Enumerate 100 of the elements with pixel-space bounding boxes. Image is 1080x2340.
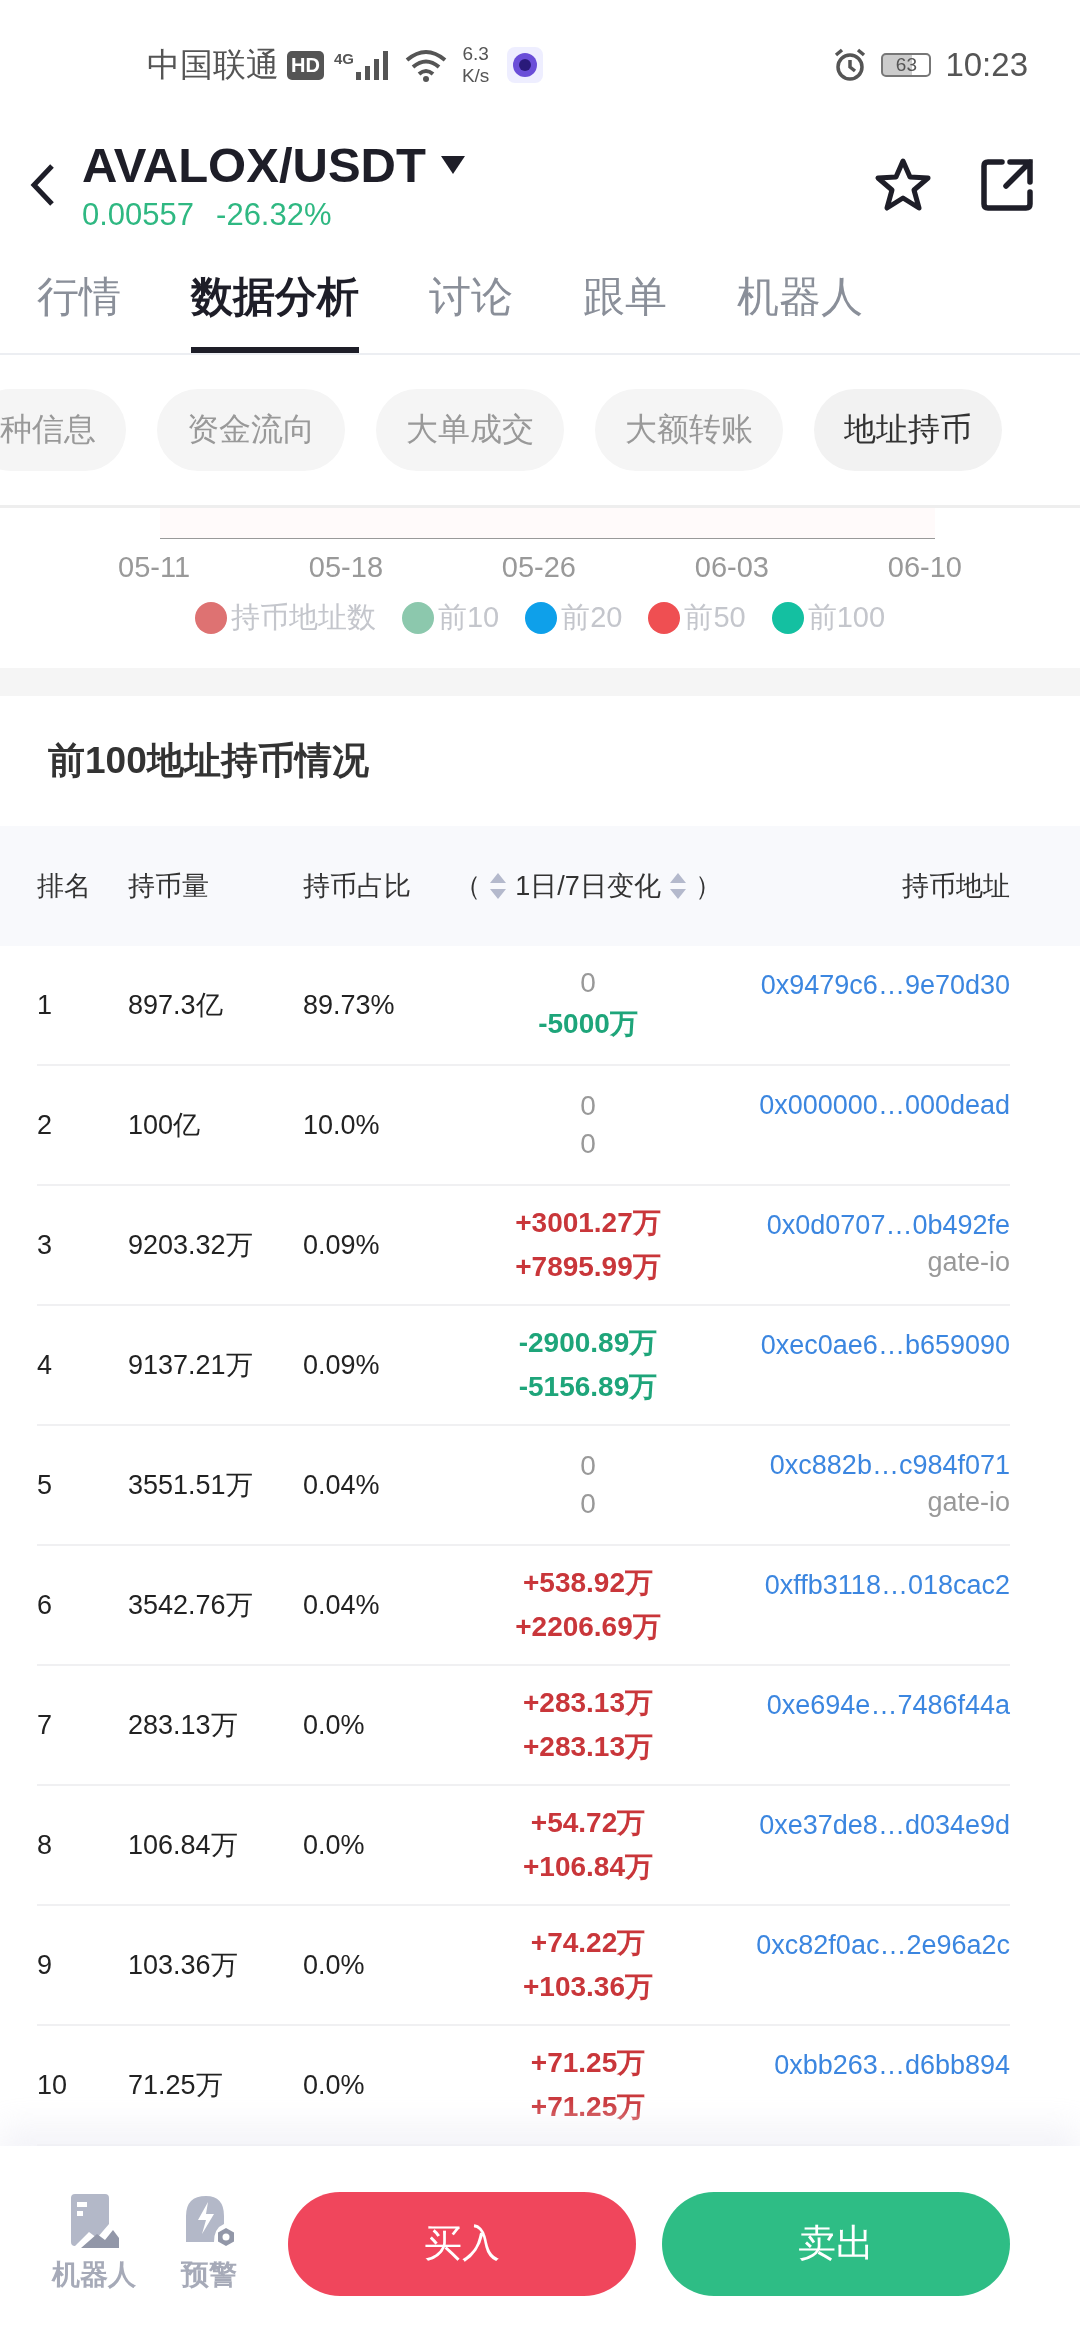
alert-button[interactable]: 预警 <box>180 2193 238 2294</box>
axis-tick-label: 05-18 <box>308 551 383 584</box>
change-7d-value: 0 <box>580 1128 596 1160</box>
speed-value: 6.3 <box>462 43 489 65</box>
last-price: 0.00557 <box>82 197 195 233</box>
address-link[interactable]: 0xec0ae6…b659090 <box>760 1330 1010 1361</box>
address-link[interactable]: 0xe37de8…d034e9d <box>759 1810 1010 1841</box>
rank-cell-text: 8 <box>37 1829 54 1861</box>
share-cell-text: 0.0% <box>303 2069 366 2101</box>
change-1d-value: 0 <box>580 967 596 999</box>
share-cell-text: 10.0% <box>303 1109 381 1141</box>
rank-cell-text: 1 <box>37 989 54 1021</box>
alarm-icon <box>833 48 868 82</box>
robot-button[interactable]: 机器人 <box>52 2193 136 2294</box>
paren-label: ） <box>694 870 722 903</box>
change-1d-value: +71.25万 <box>530 2046 646 2080</box>
legend-label[interactable]: 持币地址数 <box>230 598 376 638</box>
share-cell-text: 0.09% <box>303 1229 381 1261</box>
section-title: 前100地址持币情况 <box>48 739 369 783</box>
column-header[interactable]: 1日/7日变化 <box>515 868 661 904</box>
legend-label[interactable]: 前50 <box>684 598 746 638</box>
change-7d-value: -5000万 <box>538 1007 638 1041</box>
change-1d-value: +54.72万 <box>530 1806 646 1840</box>
legend-label[interactable]: 前20 <box>561 598 623 638</box>
change-1d-value: +3001.27万 <box>515 1206 661 1240</box>
change-7d-value: +106.84万 <box>523 1850 653 1884</box>
rank-cell-text: 5 <box>37 1469 54 1501</box>
change-1d-value: 0 <box>580 1450 596 1482</box>
filter-chip[interactable]: 地址持币 <box>814 389 1002 471</box>
carrier-name: 中国联通 <box>147 44 279 85</box>
filter-chip[interactable]: 大额转账 <box>595 389 783 471</box>
change-7d-value: 0 <box>580 1488 596 1520</box>
amount-cell-text: 9137.21万 <box>128 1349 254 1382</box>
speed-unit: K/s <box>461 65 490 87</box>
legend-label[interactable]: 前100 <box>807 598 886 638</box>
change-7d-value: +2206.69万 <box>515 1610 661 1644</box>
share-cell-text: 0.09% <box>303 1349 381 1381</box>
column-header: 持币占比 <box>303 870 412 903</box>
column-header: 持币地址 <box>902 870 1010 903</box>
rank-cell-text: 4 <box>37 1349 54 1381</box>
axis-tick-label: 05-11 <box>118 551 191 584</box>
column-header: 排名 <box>37 870 92 903</box>
tab[interactable]: 行情 <box>37 240 121 353</box>
app-icon <box>507 47 544 83</box>
price-change: -26.32% <box>216 197 332 233</box>
change-1d-value: +74.22万 <box>530 1926 646 1960</box>
hd-badge: HD <box>287 50 324 80</box>
change-1d-value: +283.13万 <box>523 1686 653 1720</box>
address-link[interactable]: 0xc882b…c984f071 <box>769 1450 1010 1481</box>
clock-time: 10:23 <box>945 46 1028 84</box>
amount-cell-text: 3551.51万 <box>128 1469 254 1502</box>
change-1d-value: 0 <box>580 1090 596 1122</box>
tab[interactable]: 跟单 <box>583 240 667 353</box>
axis-tick-label: 05-26 <box>501 551 576 584</box>
tab[interactable]: 讨论 <box>429 240 513 353</box>
amount-cell-text: 100亿 <box>128 1109 202 1142</box>
address-link[interactable]: 0x000000…000dead <box>759 1090 1010 1121</box>
amount-cell-text: 283.13万 <box>128 1709 239 1742</box>
share-cell-text: 89.73% <box>303 989 396 1021</box>
change-1d-value: -2900.89万 <box>518 1326 658 1360</box>
amount-cell-text: 897.3亿 <box>128 989 224 1022</box>
column-header: 持币量 <box>128 870 210 903</box>
filter-chip[interactable]: 大单成交 <box>376 389 564 471</box>
filter-chip[interactable]: 资金流向 <box>157 389 345 471</box>
change-7d-value: +71.25万 <box>530 2090 646 2124</box>
filter-chip[interactable]: 种信息 <box>0 389 126 471</box>
legend-label[interactable]: 前10 <box>437 598 500 638</box>
rank-cell-text: 10 <box>37 2069 69 2101</box>
address-link[interactable]: 0xe694e…7486f44a <box>766 1690 1010 1721</box>
change-7d-value: -5156.89万 <box>518 1370 658 1404</box>
star-icon[interactable] <box>874 157 932 213</box>
back-icon[interactable] <box>30 163 56 207</box>
address-link[interactable]: 0xffb3118…018cac2 <box>764 1570 1010 1601</box>
rank-cell-text: 2 <box>37 1109 54 1141</box>
buy-button[interactable]: 买入 <box>288 2191 636 2296</box>
share-cell-text: 0.0% <box>303 1709 366 1741</box>
amount-cell-text: 106.84万 <box>128 1829 239 1862</box>
share-cell-text: 0.0% <box>303 1829 366 1861</box>
axis-tick-label: 06-03 <box>694 551 769 584</box>
tab[interactable]: 数据分析 <box>191 240 359 353</box>
rank-cell-text: 6 <box>37 1589 54 1621</box>
rank-cell-text: 7 <box>37 1709 54 1741</box>
tab[interactable]: 机器人 <box>737 240 863 353</box>
address-link[interactable]: 0xbb263…d6bb894 <box>774 2050 1010 2081</box>
battery-indicator: 63 <box>881 53 932 77</box>
share-cell-text: 0.04% <box>303 1469 381 1501</box>
change-1d-value: +538.92万 <box>523 1566 653 1600</box>
amount-cell-text: 103.36万 <box>128 1949 239 1982</box>
address-tag: gate-io <box>927 1487 1010 1518</box>
axis-tick-label: 06-10 <box>887 551 962 584</box>
sell-button[interactable]: 卖出 <box>662 2191 1010 2296</box>
address-link[interactable]: 0x9479c6…9e70d30 <box>760 970 1010 1001</box>
pair-title[interactable]: AVALOX/USDT <box>82 137 426 193</box>
amount-cell-text: 3542.76万 <box>128 1589 254 1622</box>
address-link[interactable]: 0xc82f0ac…2e96a2c <box>756 1930 1010 1961</box>
address-link[interactable]: 0x0d0707…0b492fe <box>766 1210 1010 1241</box>
network-type: 4G <box>333 49 354 67</box>
share-icon[interactable] <box>980 158 1034 212</box>
rank-cell-text: 3 <box>37 1229 54 1261</box>
caret-icon[interactable] <box>439 155 466 175</box>
